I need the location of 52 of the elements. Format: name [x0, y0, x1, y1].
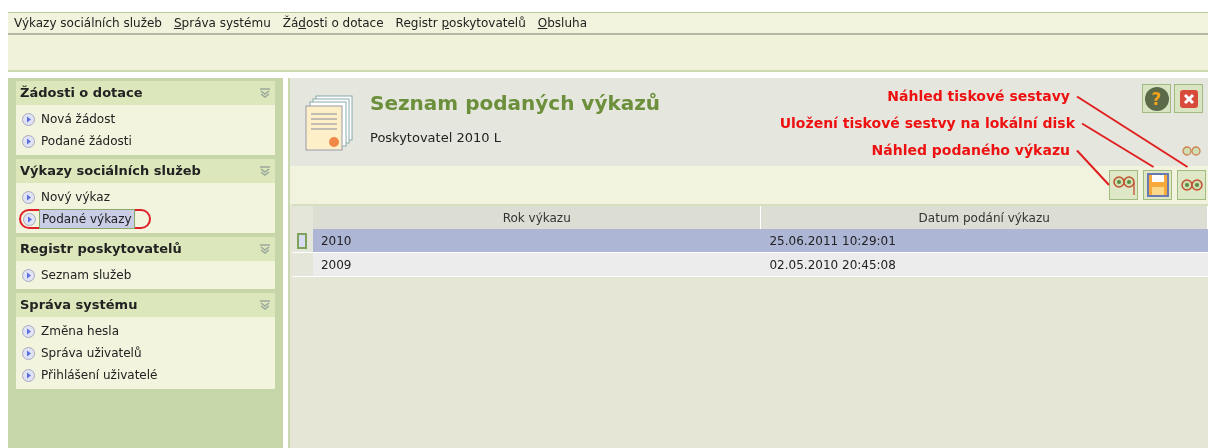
- glasses-icon: [1179, 179, 1204, 191]
- menu-item[interactable]: Výkazy sociálních služeb: [8, 14, 168, 32]
- documents-icon: [302, 94, 356, 152]
- arrow-bullet-icon: [22, 368, 35, 382]
- arrow-bullet-icon: [22, 112, 35, 126]
- menu-item[interactable]: Obsluha: [531, 14, 594, 32]
- row-selector[interactable]: [292, 229, 313, 252]
- sidebar-link[interactable]: Seznam služeb: [38, 265, 135, 285]
- table-row[interactable]: 2010 25.06.2011 10:29:01: [292, 229, 1208, 253]
- sidebar-link[interactable]: Změna hesla: [38, 321, 122, 341]
- provider-name: Poskytovatel 2010 L: [370, 129, 502, 147]
- callout-label: Náhled tiskové sestavy: [887, 87, 1070, 106]
- section-title: Výkazy sociálních služeb: [20, 162, 201, 181]
- arrow-bullet-icon: [22, 268, 35, 282]
- table-row[interactable]: 2009 02.05.2010 20:45:08: [292, 253, 1208, 277]
- collapse-icon[interactable]: [259, 166, 271, 176]
- menu-item[interactable]: Správa systému: [167, 14, 277, 32]
- sidebar-link[interactable]: Podané výkazy: [39, 209, 135, 229]
- arrow-bullet-icon: [23, 212, 36, 226]
- close-icon: [1178, 88, 1199, 109]
- section-title: Žádosti o dotace: [20, 84, 143, 103]
- sidebar-link[interactable]: Přihlášení uživatelé: [38, 365, 161, 385]
- table-cell-text: 2010: [320, 232, 352, 250]
- selection-marker: [297, 233, 307, 249]
- arrow-bullet-icon: [22, 190, 35, 204]
- table-cell-text: 2009: [320, 256, 352, 274]
- glasses-icon: [1111, 174, 1136, 196]
- callout-label: Náhled podaného výkazu: [871, 141, 1070, 160]
- collapse-icon[interactable]: [259, 244, 271, 254]
- collapse-icon[interactable]: [259, 88, 271, 98]
- arrow-bullet-icon: [22, 134, 35, 148]
- menu-item[interactable]: Žádosti o dotace: [276, 14, 390, 32]
- section-title: Registr poskytovatelů: [20, 240, 182, 259]
- sidebar-link[interactable]: Nová žádost: [38, 109, 119, 129]
- page-title: Seznam podaných výkazů: [370, 90, 661, 117]
- floppy-icon: [1146, 173, 1169, 197]
- sidebar-link[interactable]: Správa uživatelů: [38, 343, 145, 363]
- sidebar-link[interactable]: Nový výkaz: [38, 187, 113, 207]
- section-title: Správa systému: [20, 296, 138, 315]
- preview-button[interactable]: [1109, 170, 1138, 200]
- sidebar-link[interactable]: Podané žádosti: [38, 131, 135, 151]
- close-button[interactable]: [1174, 84, 1203, 113]
- glasses-icon: [1182, 146, 1202, 156]
- save-button[interactable]: [1143, 170, 1172, 200]
- menu-item[interactable]: Registr poskytovatelů: [389, 14, 532, 32]
- table-cell-text: 02.05.2010 20:45:08: [769, 256, 896, 274]
- arrow-bullet-icon: [22, 346, 35, 360]
- arrow-bullet-icon: [22, 324, 35, 338]
- preview-button[interactable]: [1177, 170, 1206, 200]
- callout-label: Uložení tiskové sestvy na lokální disk: [779, 114, 1075, 133]
- table-cell-text: 25.06.2011 10:29:01: [769, 232, 896, 250]
- collapse-icon[interactable]: [259, 300, 271, 310]
